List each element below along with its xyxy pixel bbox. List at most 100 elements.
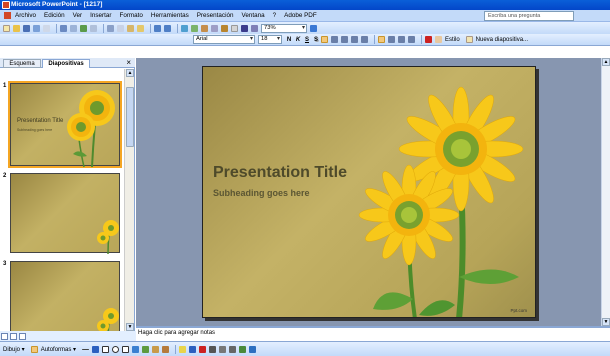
menu-formato[interactable]: Formato (119, 12, 142, 19)
increase-indent-icon[interactable] (408, 36, 415, 43)
shadow-button[interactable]: S (312, 37, 320, 43)
font-color-icon[interactable] (425, 36, 432, 43)
increase-font-icon[interactable] (378, 36, 385, 43)
thumb-number: 1 (3, 83, 7, 89)
menu-adobe-pdf[interactable]: Adobe PDF (284, 12, 317, 19)
format-painter-icon[interactable] (137, 24, 144, 32)
print-preview-icon[interactable] (70, 24, 77, 32)
new-slide-icon[interactable] (465, 36, 473, 43)
menu-edicion[interactable]: Edición (44, 12, 65, 19)
zoom-select[interactable]: 73% (261, 23, 307, 33)
scroll-up-icon[interactable]: ▲ (602, 58, 610, 66)
bullets-icon[interactable] (361, 36, 368, 43)
shadow-style-icon[interactable] (239, 345, 247, 353)
select-objects-icon[interactable] (30, 345, 38, 353)
slide-thumbnail-3[interactable] (10, 261, 120, 331)
underline-button[interactable]: S (303, 37, 311, 43)
design-icon[interactable] (435, 36, 442, 43)
font-size-select[interactable]: 18 (258, 35, 282, 44)
new-slide-button[interactable]: Nueva diapositiva... (476, 37, 528, 43)
undo-icon[interactable] (154, 24, 161, 32)
decrease-indent-icon[interactable] (398, 36, 405, 43)
email-icon[interactable] (43, 24, 50, 32)
color-grayscale-icon[interactable] (251, 24, 258, 32)
insert-picture-icon[interactable] (221, 24, 228, 32)
draw-menu-button[interactable]: Dibujo ▾ (3, 346, 25, 353)
autoshapes-button[interactable]: Autoformas ▾ (41, 346, 76, 353)
scroll-up-icon[interactable]: ▲ (126, 69, 134, 77)
italic-button[interactable]: K (294, 37, 302, 43)
align-center-icon[interactable] (331, 36, 338, 43)
menu-ver[interactable]: Ver (73, 12, 82, 19)
open-icon[interactable] (13, 24, 20, 32)
copy-icon[interactable] (117, 24, 124, 32)
align-right-icon[interactable] (341, 36, 348, 43)
menu-herramientas[interactable]: Herramientas (151, 12, 189, 19)
decrease-font-icon[interactable] (388, 36, 395, 43)
picture-icon[interactable] (162, 345, 170, 353)
tables-borders-icon[interactable] (211, 24, 218, 32)
help-question-input[interactable]: Escriba una pregunta (484, 11, 574, 21)
rectangle-icon[interactable] (102, 345, 110, 353)
thumbnails-scrollbar[interactable]: ▲ ▼ (124, 69, 134, 331)
font-select[interactable]: Arial (193, 35, 255, 44)
hyperlink-icon[interactable] (181, 24, 188, 32)
help-icon[interactable] (310, 24, 317, 32)
scroll-down-icon[interactable]: ▼ (126, 323, 134, 331)
numbering-icon[interactable] (351, 36, 358, 43)
menu-help[interactable]: ? (273, 12, 277, 19)
menu-presentacion[interactable]: Presentación (197, 12, 234, 19)
slide-thumbnail-2[interactable] (10, 173, 120, 254)
menu-ventana[interactable]: Ventana (241, 12, 264, 19)
research-icon[interactable] (90, 24, 97, 32)
design-button[interactable]: Estilo (445, 37, 460, 43)
menu-insertar[interactable]: Insertar (90, 12, 111, 19)
scroll-thumb[interactable] (126, 87, 134, 147)
slide-title[interactable]: Presentation Title (213, 164, 347, 182)
fill-color-icon[interactable] (179, 345, 187, 353)
notes-pane[interactable]: Haga clic para agregar notas (136, 326, 610, 340)
arrow-style-icon[interactable] (229, 345, 237, 353)
bold-button[interactable]: N (285, 37, 293, 43)
font-color-icon[interactable] (199, 345, 207, 353)
normal-view-icon[interactable] (1, 332, 8, 340)
wordart-icon[interactable] (132, 345, 140, 353)
tab-outline[interactable]: Esquema (3, 59, 41, 68)
sunflower-image (67, 90, 115, 167)
slide-thumbnail-1[interactable]: Presentation Title Subheading goes here (8, 81, 122, 168)
current-slide[interactable]: Presentation Title Subheading goes here … (202, 66, 536, 318)
separator (150, 23, 151, 33)
slide-sorter-icon[interactable] (10, 332, 17, 340)
line-icon[interactable] (82, 348, 90, 350)
grid-icon[interactable] (231, 24, 238, 32)
new-icon[interactable] (3, 24, 10, 32)
line-style-icon[interactable] (209, 345, 217, 353)
slideshow-icon[interactable] (19, 332, 26, 340)
spelling-icon[interactable] (80, 24, 87, 32)
arrow-icon[interactable] (92, 345, 100, 353)
paste-icon[interactable] (127, 24, 134, 32)
document-icon (4, 12, 11, 19)
align-left-icon[interactable] (321, 36, 328, 43)
scroll-down-icon[interactable]: ▼ (602, 318, 610, 326)
cut-icon[interactable] (107, 24, 114, 32)
print-icon[interactable] (60, 24, 67, 32)
redo-icon[interactable] (164, 24, 171, 32)
menu-archivo[interactable]: Archivo (15, 12, 36, 19)
tab-slides[interactable]: Diapositivas (42, 59, 90, 68)
show-formatting-icon[interactable] (241, 24, 248, 32)
close-icon[interactable]: × (126, 58, 131, 68)
chart-icon[interactable] (191, 24, 198, 32)
save-icon[interactable] (23, 24, 30, 32)
oval-icon[interactable] (112, 345, 120, 353)
diagram-icon[interactable] (142, 345, 150, 353)
dash-style-icon[interactable] (219, 345, 227, 353)
textbox-icon[interactable] (122, 345, 130, 353)
3d-style-icon[interactable] (249, 345, 257, 353)
table-icon[interactable] (201, 24, 208, 32)
slide-subtitle[interactable]: Subheading goes here (213, 188, 310, 198)
clipart-icon[interactable] (152, 345, 160, 353)
line-color-icon[interactable] (189, 345, 197, 353)
slide-scrollbar[interactable]: ▲ ▼ (601, 58, 610, 326)
permission-icon[interactable] (33, 24, 40, 32)
